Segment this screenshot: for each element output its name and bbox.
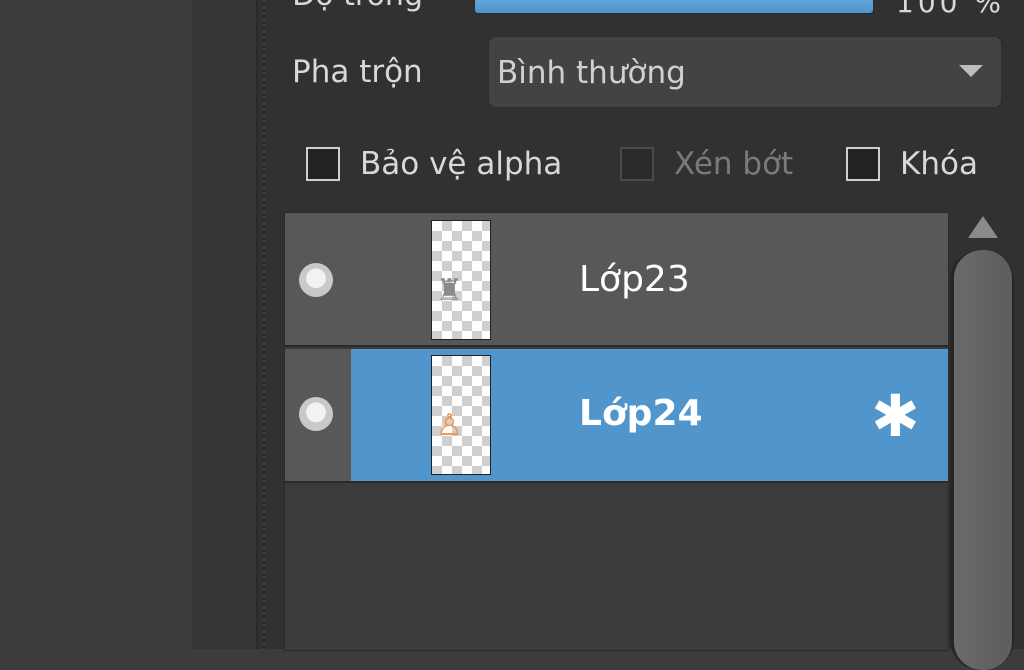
layer-name[interactable]: Lớp23 — [579, 259, 690, 300]
visibility-dot-icon[interactable] — [299, 397, 333, 431]
visibility-dot-icon[interactable] — [299, 263, 333, 297]
checkbox-box[interactable] — [306, 147, 340, 181]
layer-thumbnail: ♙ — [431, 355, 491, 475]
layer-list: ♜ Lớp23 ♙ Lớp24 ✱ — [284, 212, 949, 651]
blend-mode-value: Bình thường — [497, 55, 686, 91]
opacity-spinbox[interactable]: 100 % — [896, 0, 1005, 19]
layer-row[interactable]: ♜ Lớp23 — [285, 213, 948, 347]
scroll-up-arrow-icon[interactable] — [968, 216, 998, 238]
gear-icon[interactable]: ✱ — [871, 387, 920, 445]
checkbox-box[interactable] — [846, 147, 880, 181]
canvas-area — [0, 0, 192, 649]
blend-mode-select[interactable]: Bình thường — [488, 36, 1002, 108]
alpha-protect-checkbox[interactable]: Bảo vệ alpha — [306, 142, 562, 186]
canvas-area-edge — [192, 0, 256, 649]
panel-splitter[interactable] — [262, 0, 266, 649]
layer-name[interactable]: Lớp24 — [579, 393, 703, 434]
ghost-sketch-icon: ♜ — [436, 273, 463, 308]
checkbox-box[interactable] — [620, 147, 654, 181]
lock-label: Khóa — [900, 146, 978, 182]
opacity-slider[interactable] — [474, 0, 874, 14]
lock-checkbox[interactable]: Khóa — [846, 142, 978, 186]
clip-label: Xén bớt — [674, 146, 794, 182]
blend-mode-label: Pha trộn — [292, 54, 423, 90]
figure-sketch-icon: ♙ — [436, 408, 463, 443]
alpha-protect-label: Bảo vệ alpha — [360, 146, 563, 182]
layer-thumbnail: ♜ — [431, 220, 491, 340]
opacity-label: Độ trong — [292, 0, 423, 13]
chevron-down-icon — [959, 65, 983, 77]
layer-row-selected[interactable]: ♙ Lớp24 ✱ — [285, 349, 948, 483]
clip-checkbox[interactable]: Xén bớt — [620, 142, 793, 186]
scrollbar-thumb[interactable] — [954, 250, 1012, 670]
